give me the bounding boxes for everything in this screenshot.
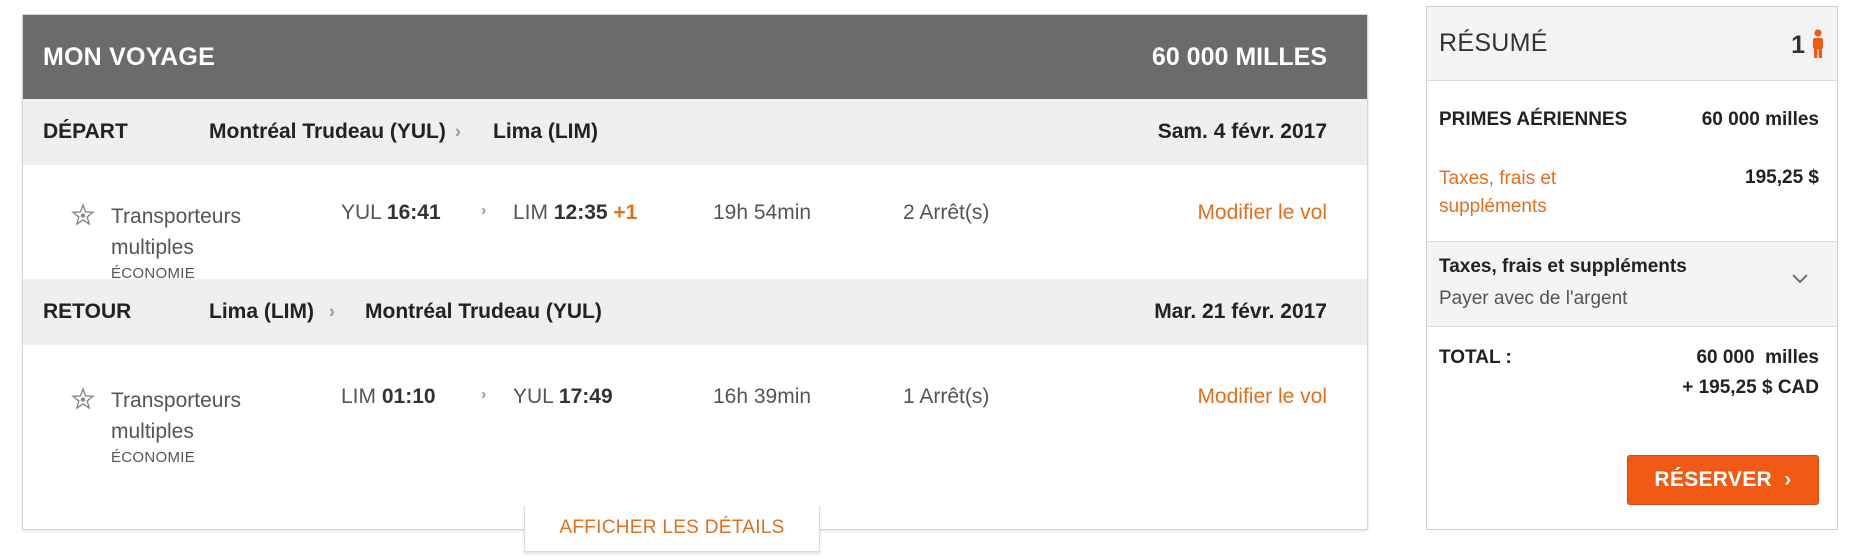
outbound-stops: 2 Arrêt(s) [903, 201, 990, 224]
outbound-arr-code: LIM [513, 201, 549, 224]
return-dep-code: LIM [341, 385, 377, 408]
outbound-destination: Lima (LIM) [493, 120, 598, 143]
outbound-modify-link[interactable]: Modifier le vol [1197, 201, 1327, 225]
payment-method-dropdown[interactable]: Taxes, frais et suppléments Payer avec d… [1427, 241, 1837, 327]
payment-subtitle: Payer avec de l'argent [1439, 288, 1628, 309]
total-miles: 60 000 milles [1696, 347, 1819, 368]
outbound-date: Sam. 4 févr. 2017 [1157, 120, 1327, 143]
return-arr-time: 17:49 [558, 385, 613, 408]
show-details-button[interactable]: AFFICHER LES DÉTAILS [524, 506, 820, 552]
outbound-segment-header: DÉPART Montréal Trudeau (YUL) › Lima (LI… [23, 99, 1367, 165]
total-cash: + 195,25 $ CAD [1682, 377, 1819, 398]
outbound-departure: YUL 16:41 [341, 201, 441, 225]
chevron-down-icon[interactable] [1791, 270, 1809, 288]
person-icon [1813, 29, 1823, 58]
trip-header: MON VOYAGE 60 000 MILLES [23, 15, 1367, 99]
outbound-label: DÉPART [43, 120, 128, 143]
return-carrier: Transporteurs multiples [111, 389, 241, 443]
summary-panel: RÉSUMÉ 1 PRIMES AÉRIENNES 60 000 milles … [1426, 6, 1838, 530]
chevron-right-icon: › [329, 301, 335, 322]
return-modify-link[interactable]: Modifier le vol [1197, 385, 1327, 409]
return-departure: LIM 01:10 [341, 385, 436, 409]
multi-carrier-star-icon [71, 203, 95, 226]
return-date: Mar. 21 févr. 2017 [1154, 300, 1327, 323]
return-arr-code: YUL [513, 385, 554, 408]
trip-total-miles: 60 000 MILLES [1151, 42, 1327, 71]
chevron-right-icon: › [455, 121, 461, 142]
outbound-origin: Montréal Trudeau (YUL) [209, 120, 446, 143]
return-stops: 1 Arrêt(s) [903, 385, 990, 408]
multi-carrier-star-icon [71, 387, 95, 410]
summary-title: RÉSUMÉ [1439, 29, 1548, 57]
return-origin: Lima (LIM) [209, 300, 314, 323]
return-label: RETOUR [43, 300, 132, 323]
return-flight-row: Transporteurs multiples ÉCONOMIE LIM 01:… [23, 349, 1367, 489]
return-arrival: YUL 17:49 [513, 385, 613, 409]
chevron-right-icon: › [481, 386, 487, 403]
outbound-day-offset: +1 [613, 201, 638, 224]
chevron-right-icon: › [1778, 468, 1792, 491]
awards-value: 60 000 milles [1701, 109, 1819, 130]
outbound-arr-time: 12:35 [553, 201, 608, 224]
taxes-link[interactable]: Taxes, frais et suppléments [1439, 165, 1619, 221]
payment-title: Taxes, frais et suppléments [1439, 256, 1687, 277]
outbound-dep-code: YUL [341, 201, 382, 224]
return-cabin: ÉCONOMIE [111, 449, 196, 466]
total-label: TOTAL : [1439, 347, 1512, 368]
chevron-right-icon: › [481, 202, 487, 219]
reserve-button-label: RÉSERVER [1654, 468, 1772, 491]
return-dep-time: 01:10 [381, 385, 436, 408]
summary-header: RÉSUMÉ 1 [1427, 7, 1837, 81]
reserve-button[interactable]: RÉSERVER › [1627, 455, 1819, 505]
trip-title: MON VOYAGE [43, 42, 215, 71]
passenger-count: 1 [1791, 31, 1805, 59]
trip-panel: MON VOYAGE 60 000 MILLES DÉPART Montréal… [22, 14, 1368, 530]
return-segment-header: RETOUR Lima (LIM) › Montréal Trudeau (YU… [23, 279, 1367, 345]
outbound-carrier: Transporteurs multiples [111, 205, 241, 259]
taxes-value: 195,25 $ [1745, 167, 1819, 188]
return-destination: Montréal Trudeau (YUL) [365, 300, 602, 323]
outbound-duration: 19h 54min [713, 201, 812, 224]
awards-label: PRIMES AÉRIENNES [1439, 109, 1628, 130]
outbound-arrival: LIM 12:35 +1 [513, 201, 637, 225]
return-duration: 16h 39min [713, 385, 812, 408]
outbound-dep-time: 16:41 [386, 201, 441, 224]
